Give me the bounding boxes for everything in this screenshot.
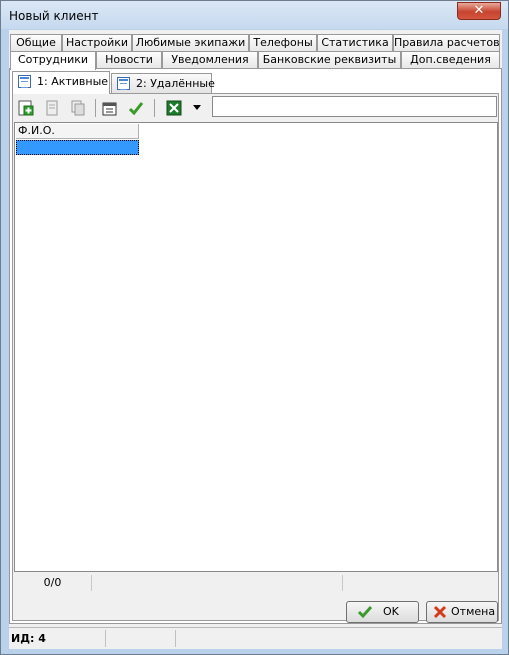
check-icon (128, 102, 144, 116)
subtab-deleted-label: 2: Удалённые (136, 77, 215, 90)
employees-tab-panel: 1: Активные 2: Удалённые Ф.И.О. 0/0 (9, 68, 502, 624)
tab-phones[interactable]: Телефоны (249, 34, 317, 51)
subtab-active-label: 1: Активные (37, 75, 109, 88)
grid-toolbar (14, 95, 497, 120)
cancel-button[interactable]: Отмена (426, 601, 498, 623)
excel-icon (166, 100, 182, 116)
employees-grid[interactable]: Ф.И.О. (14, 122, 498, 572)
export-dropdown-button[interactable] (190, 98, 204, 118)
check-icon (357, 606, 373, 619)
grid-footer: 0/0 (14, 574, 498, 592)
record-id: ИД: 4 (9, 630, 106, 647)
subtab-deleted[interactable]: 2: Удалённые (111, 73, 215, 94)
table-icon (18, 75, 31, 88)
quick-search-input[interactable] (212, 96, 497, 117)
employees-list-panel: Ф.И.О. 0/0 (12, 93, 499, 621)
status-cell (176, 630, 502, 647)
export-excel-button[interactable] (164, 98, 184, 118)
dialog-client-area: Общие Настройки Любимые экипажи Телефоны… (9, 30, 502, 649)
tab-bank-details[interactable]: Банковские реквизиты (258, 51, 401, 68)
record-counter: 0/0 (14, 575, 92, 591)
ok-button[interactable]: OK (346, 601, 419, 623)
edit-button[interactable] (42, 98, 62, 118)
tab-general[interactable]: Общие (10, 34, 62, 51)
tab-employees[interactable]: Сотрудники (10, 51, 96, 70)
column-header-fio[interactable]: Ф.И.О. (16, 124, 139, 139)
tab-notifications[interactable]: Уведомления (162, 51, 258, 68)
add-icon (18, 100, 34, 116)
tab-row-1: Общие Настройки Любимые экипажи Телефоны… (9, 34, 502, 52)
add-button[interactable] (16, 98, 36, 118)
properties-icon (102, 102, 117, 116)
copy-button[interactable] (68, 98, 88, 118)
tab-additional-info[interactable]: Доп.сведения (401, 51, 500, 68)
table-icon (117, 77, 130, 90)
tab-settings[interactable]: Настройки (62, 34, 132, 51)
properties-button[interactable] (100, 98, 120, 118)
tab-news[interactable]: Новости (96, 51, 162, 68)
grid-footer-cell (92, 575, 343, 591)
subtab-active[interactable]: 1: Активные (12, 71, 110, 94)
status-cell (106, 630, 176, 647)
tab-statistics[interactable]: Статистика (317, 34, 393, 51)
cancel-label: Отмена (451, 605, 496, 618)
copy-icon (71, 100, 85, 116)
title-bar[interactable]: Новый клиент ✕ (1, 1, 508, 29)
status-bar: ИД: 4 (9, 627, 502, 649)
dialog-window: Новый клиент ✕ Общие Настройки Любимые э… (0, 0, 509, 655)
ok-label: OK (383, 605, 399, 618)
window-title: Новый клиент (9, 9, 99, 23)
table-row[interactable] (16, 140, 139, 155)
close-icon: ✕ (473, 3, 485, 18)
close-button[interactable]: ✕ (457, 2, 501, 20)
toolbar-separator (95, 99, 96, 117)
toolbar-separator (154, 99, 155, 117)
tab-favorite-crews[interactable]: Любимые экипажи (132, 34, 249, 51)
close-icon (433, 605, 447, 619)
edit-icon (46, 100, 58, 116)
tab-row-2: Сотрудники Новости Уведомления Банковски… (9, 51, 502, 70)
grid-footer-cell (343, 575, 498, 591)
tab-payment-rules[interactable]: Правила расчетов (393, 34, 500, 51)
dropdown-arrow-icon (193, 105, 201, 110)
apply-button[interactable] (126, 98, 146, 118)
